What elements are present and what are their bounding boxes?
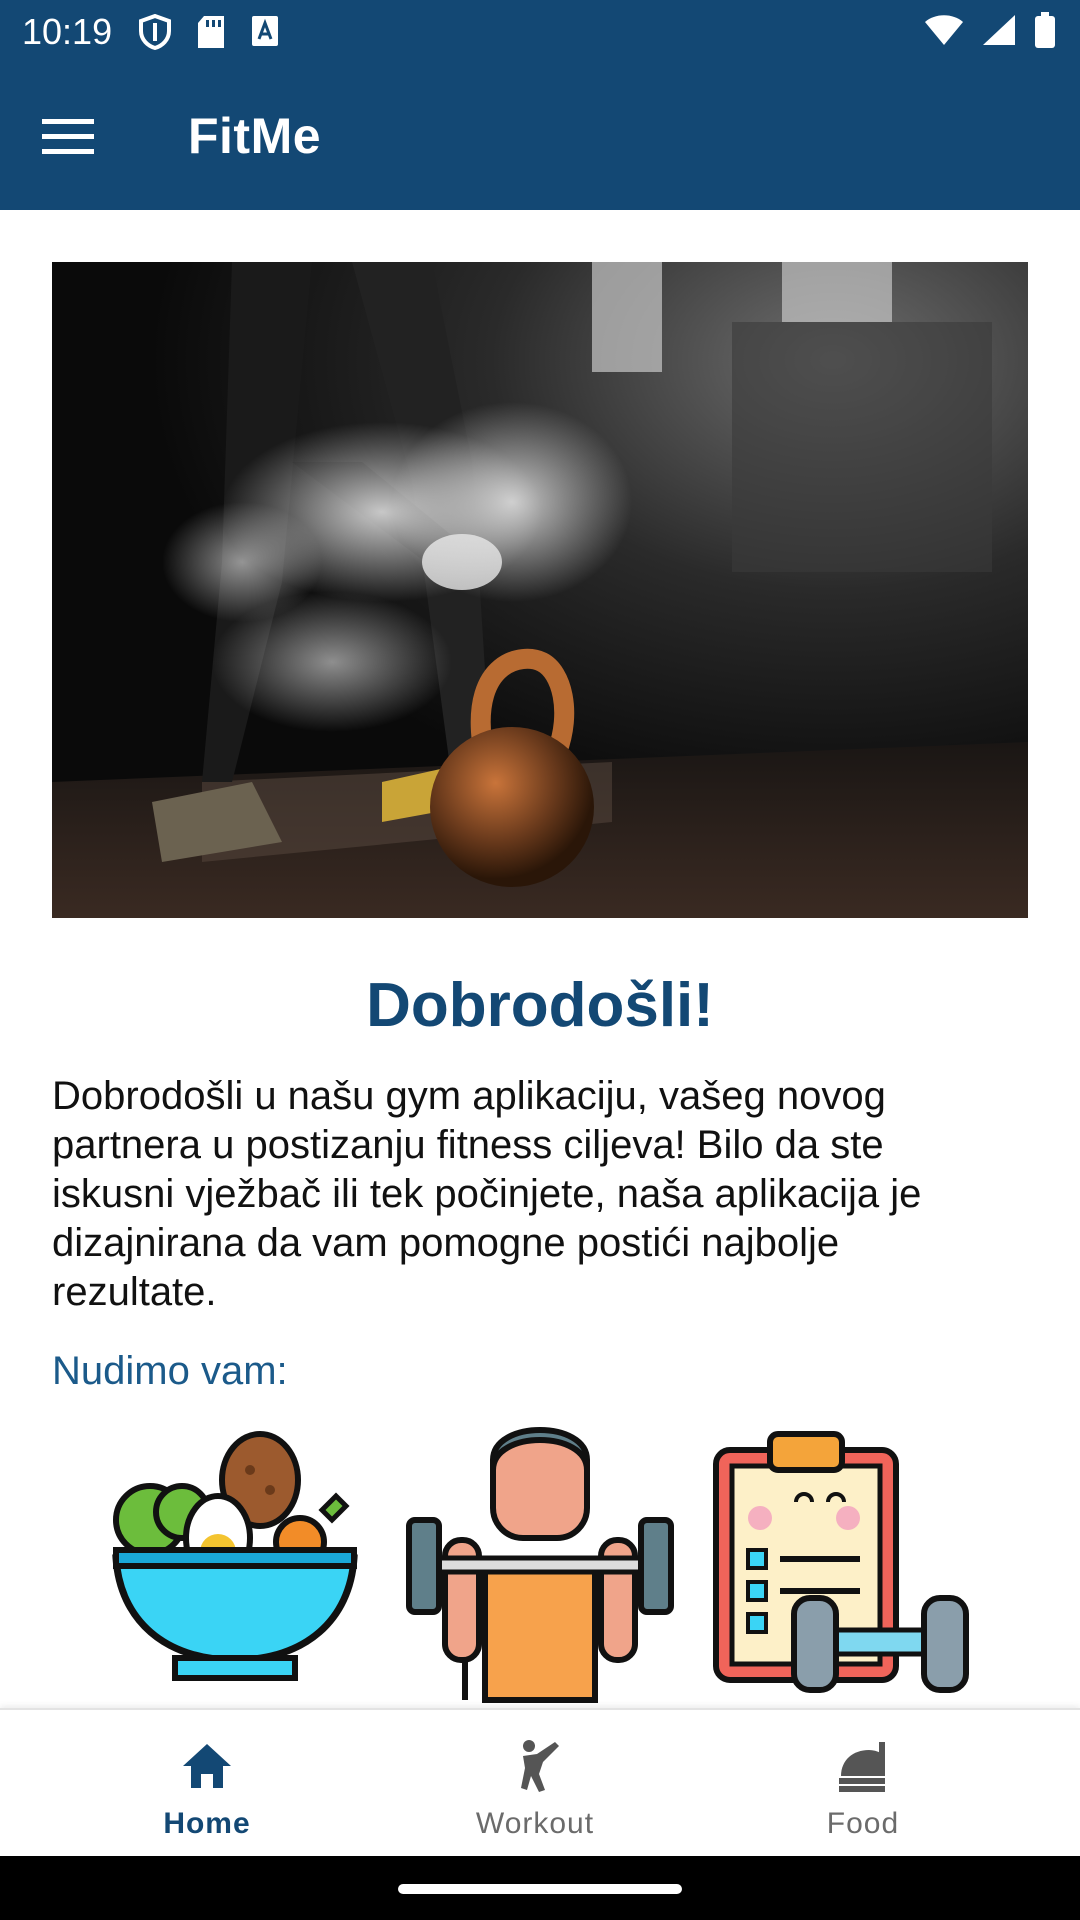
menu-button[interactable] xyxy=(40,110,96,166)
nav-item-food[interactable]: Food xyxy=(698,1710,1028,1858)
status-bar: 10:19 xyxy=(0,0,1080,64)
welcome-body: Dobrodošli u našu gym aplikaciju, vašeg … xyxy=(52,1074,922,1314)
nav-label-workout: Workout xyxy=(475,1807,595,1840)
status-right-icons xyxy=(924,12,1056,53)
system-navigation-bar xyxy=(0,1856,1080,1920)
workout-plan-clipboard-icon xyxy=(710,1420,980,1710)
offer-label: Nudimo vam: xyxy=(52,1349,288,1393)
home-icon xyxy=(177,1736,237,1796)
app-title: FitMe xyxy=(188,108,322,164)
nav-item-workout[interactable]: Workout xyxy=(370,1710,700,1858)
home-gesture-handle[interactable] xyxy=(398,1884,682,1894)
sd-card-icon xyxy=(196,14,226,55)
nav-label-home: Home xyxy=(163,1807,251,1840)
bottom-navigation: Home Workout Food xyxy=(0,1708,1080,1856)
app-bar: FitMe xyxy=(0,64,1080,210)
nav-item-home[interactable]: Home xyxy=(42,1710,372,1858)
martial-arts-kick-icon xyxy=(505,1736,565,1796)
healthy-food-bowl-icon xyxy=(100,1420,370,1710)
battery-icon xyxy=(1034,12,1056,53)
status-left-icons xyxy=(138,13,280,55)
nav-label-food: Food xyxy=(826,1807,900,1840)
welcome-heading: Dobrodošli! xyxy=(366,971,714,1040)
feature-row xyxy=(0,1420,1080,1710)
hamburger-menu-icon xyxy=(42,116,94,161)
shield-icon xyxy=(138,13,172,55)
font-a-icon xyxy=(250,14,280,55)
wifi-icon xyxy=(924,14,964,51)
weightlifter-icon xyxy=(405,1420,675,1710)
status-time: 10:19 xyxy=(22,11,113,52)
signal-icon xyxy=(982,14,1016,51)
food-service-icon xyxy=(833,1736,893,1796)
hero-image xyxy=(52,262,1028,918)
